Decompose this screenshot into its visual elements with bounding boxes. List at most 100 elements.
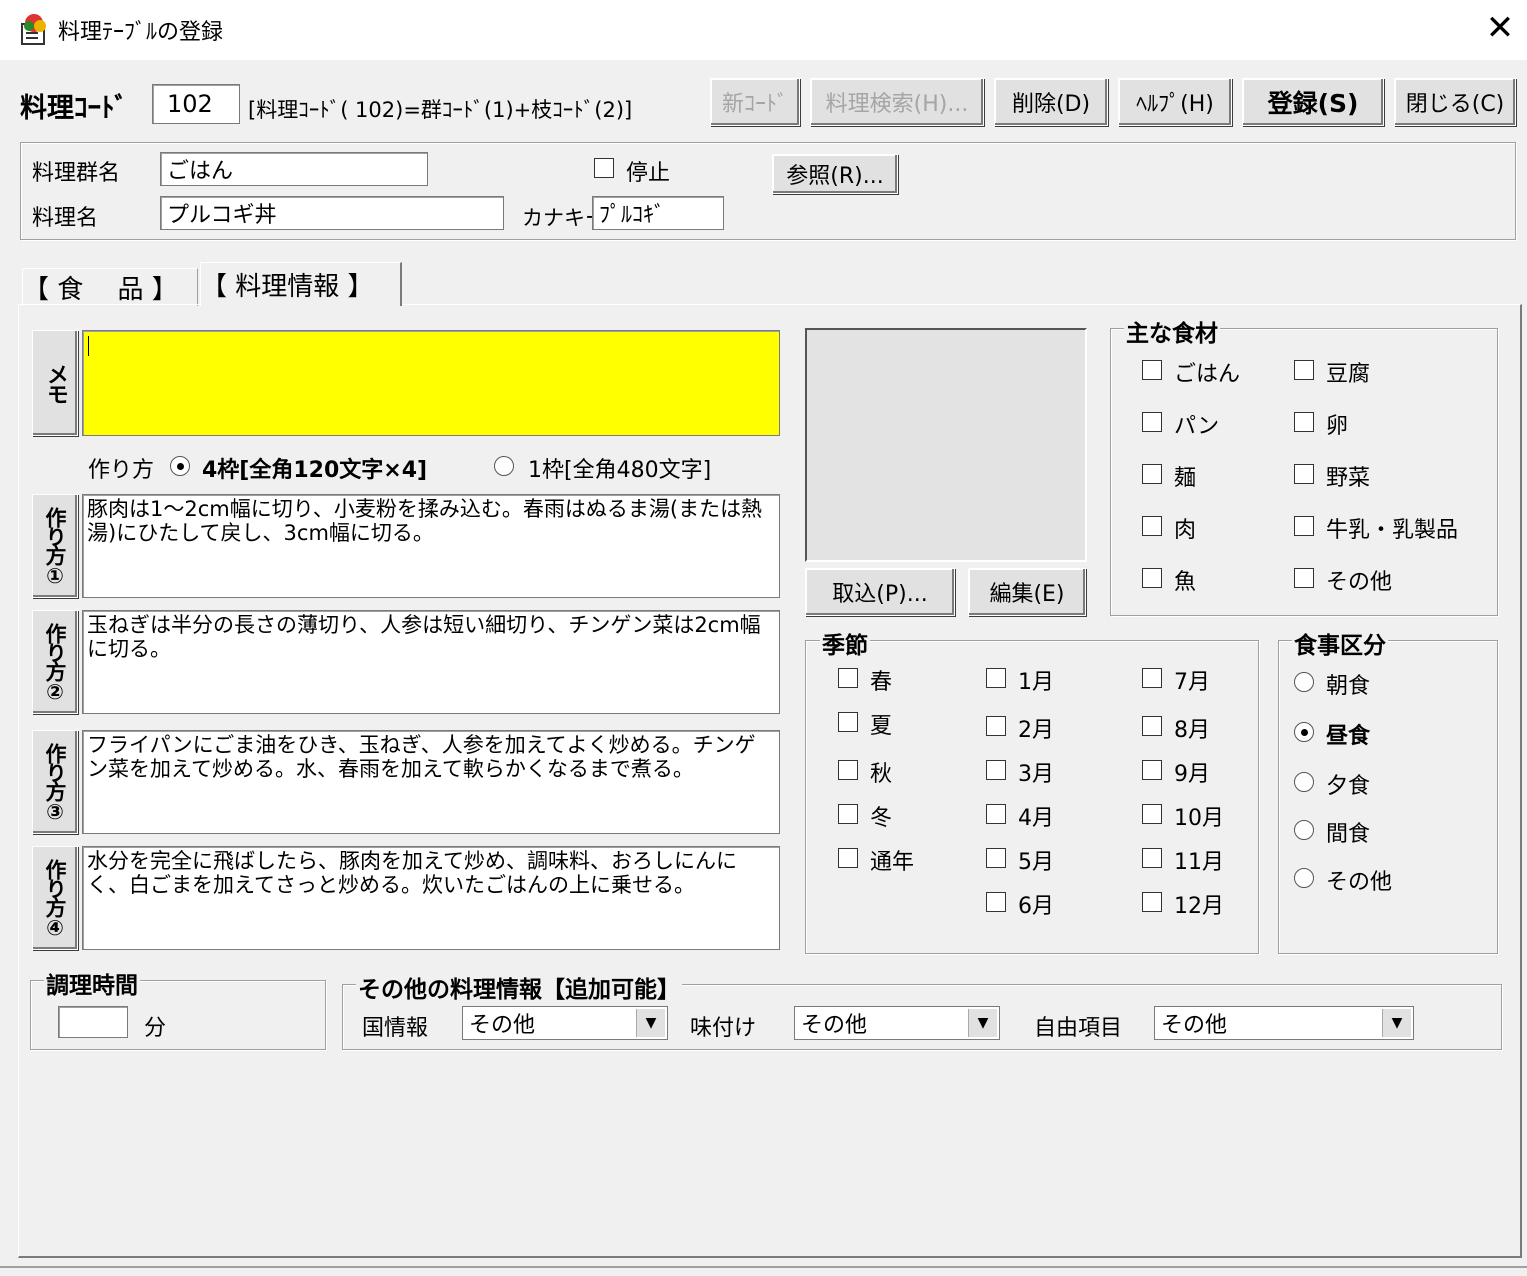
ingredient-checkbox-noodle[interactable] [1142,464,1162,484]
import-image-button[interactable]: 取込(P)... [805,568,955,616]
other-info-title: その他の料理情報【追加可能】 [356,970,682,1004]
country-select[interactable]: その他 ▼ [462,1006,668,1040]
code-input[interactable]: 102 [152,84,240,124]
method-label-2: 作り方② [32,610,78,714]
season-checkbox-autumn[interactable] [838,760,858,780]
help-button[interactable]: ﾍﾙﾌﾟ(H) [1118,78,1232,126]
ingredient-label: 魚 [1174,570,1197,595]
ingredient-checkbox-vegetable[interactable] [1294,464,1314,484]
meal-label: 間食 [1326,822,1371,847]
chevron-down-icon[interactable]: ▼ [1382,1009,1411,1037]
reference-button[interactable]: 参照(R)... [772,154,898,194]
dish-name-field[interactable]: プルコギ丼 [160,196,504,230]
tab-dish-info[interactable]: 【 料理情報 】 [200,262,402,306]
meal-radio-lunch[interactable] [1294,722,1314,742]
ingredient-label: 野菜 [1326,466,1371,491]
ingredient-label: 牛乳・乳製品 [1326,518,1459,543]
meal-radio-breakfast[interactable] [1294,672,1314,692]
ingredient-checkbox-fish[interactable] [1142,568,1162,588]
meal-label: 朝食 [1326,674,1371,699]
ingredient-checkbox-bread[interactable] [1142,412,1162,432]
month-checkbox-7[interactable] [1142,668,1162,688]
memo-textarea[interactable] [82,330,780,436]
ingredient-label: その他 [1326,570,1393,595]
ingredient-label: 卵 [1326,414,1349,439]
stop-checkbox[interactable] [594,158,614,178]
ingredient-checkbox-dairy[interactable] [1294,516,1314,536]
ingredient-checkbox-meat[interactable] [1142,516,1162,536]
month-label: 6月 [1018,894,1054,919]
month-label: 12月 [1174,894,1224,919]
season-label: 夏 [870,714,893,739]
month-label: 5月 [1018,850,1054,875]
month-checkbox-5[interactable] [986,848,1006,868]
ingredient-checkbox-tofu[interactable] [1294,360,1314,380]
title-bar [0,0,1527,60]
bottom-separator [0,1266,1527,1268]
close-button[interactable]: 閉じる(C) [1394,78,1516,126]
month-label: 1月 [1018,670,1054,695]
month-checkbox-12[interactable] [1142,892,1162,912]
taste-select[interactable]: その他 ▼ [794,1006,1000,1040]
method-mode-radio-1[interactable] [494,456,514,476]
season-checkbox-all-year[interactable] [838,848,858,868]
month-checkbox-10[interactable] [1142,804,1162,824]
month-label: 11月 [1174,850,1224,875]
country-label: 国情報 [362,1016,429,1041]
tab-food[interactable]: 【 食 品 】 [22,268,198,306]
ingredient-label: 肉 [1174,518,1197,543]
method-textarea-3[interactable]: フライパンにごま油をひき、玉ねぎ、人参を加えてよく炒める。チンゲン菜を加えて炒め… [82,730,780,834]
close-icon[interactable]: ✕ [1478,8,1522,52]
app-icon [18,12,52,46]
month-checkbox-1[interactable] [986,668,1006,688]
free-item-select[interactable]: その他 ▼ [1154,1006,1414,1040]
month-label: 3月 [1018,762,1054,787]
ingredient-checkbox-other[interactable] [1294,568,1314,588]
taste-value: その他 [801,1013,868,1038]
month-checkbox-6[interactable] [986,892,1006,912]
month-checkbox-4[interactable] [986,804,1006,824]
month-checkbox-3[interactable] [986,760,1006,780]
method-label-1: 作り方① [32,494,78,598]
month-checkbox-11[interactable] [1142,848,1162,868]
month-checkbox-9[interactable] [1142,760,1162,780]
chevron-down-icon[interactable]: ▼ [636,1009,665,1037]
register-button[interactable]: 登録(S) [1242,78,1384,126]
method-textarea-4[interactable]: 水分を完全に飛ばしたら、豚肉を加えて炒め、調味料、おろしにんにく、白ごまを加えて… [82,846,780,950]
group-name-field[interactable]: ごはん [160,152,428,186]
main-ingredients-title: 主な食材 [1124,314,1220,348]
month-checkbox-2[interactable] [986,716,1006,736]
ingredient-checkbox-rice[interactable] [1142,360,1162,380]
method-label-3: 作り方③ [32,730,78,834]
method-textarea-1[interactable]: 豚肉は1～2cm幅に切り、小麦粉を揉み込む。春雨はぬるま湯(または熱湯)にひたし… [82,494,780,598]
meal-radio-snack[interactable] [1294,820,1314,840]
method-mode-radio-4[interactable] [170,456,190,476]
season-checkbox-summer[interactable] [838,712,858,732]
ingredient-label: パン [1174,414,1220,439]
season-label: 秋 [870,762,893,787]
meal-radio-dinner[interactable] [1294,772,1314,792]
text-cursor [88,336,89,356]
cook-time-input[interactable] [58,1006,128,1038]
month-label: 9月 [1174,762,1210,787]
kana-key-field[interactable]: ﾌﾟﾙｺｷﾞ [592,196,724,230]
delete-button[interactable]: 削除(D) [994,78,1108,126]
month-label: 8月 [1174,718,1210,743]
edit-image-button[interactable]: 編集(E) [968,568,1086,616]
dish-image [805,328,1087,562]
free-item-label: 自由項目 [1034,1016,1123,1041]
month-label: 4月 [1018,806,1054,831]
method-textarea-2[interactable]: 玉ねぎは半分の長さの薄切り、人参は短い細切り、チンゲン菜は2cm幅に切る。 [82,610,780,714]
ingredient-label: 豆腐 [1326,362,1371,387]
new-code-button[interactable]: 新ｺｰﾄﾞ [710,78,800,126]
season-checkbox-winter[interactable] [838,804,858,824]
month-checkbox-8[interactable] [1142,716,1162,736]
ingredient-checkbox-egg[interactable] [1294,412,1314,432]
season-checkbox-spring[interactable] [838,668,858,688]
free-item-value: その他 [1161,1013,1228,1038]
dish-name-label: 料理名 [32,206,99,231]
search-button[interactable]: 料理検索(H)... [810,78,984,126]
cook-time-title: 調理時間 [44,966,140,1000]
chevron-down-icon[interactable]: ▼ [968,1009,997,1037]
meal-radio-other[interactable] [1294,868,1314,888]
